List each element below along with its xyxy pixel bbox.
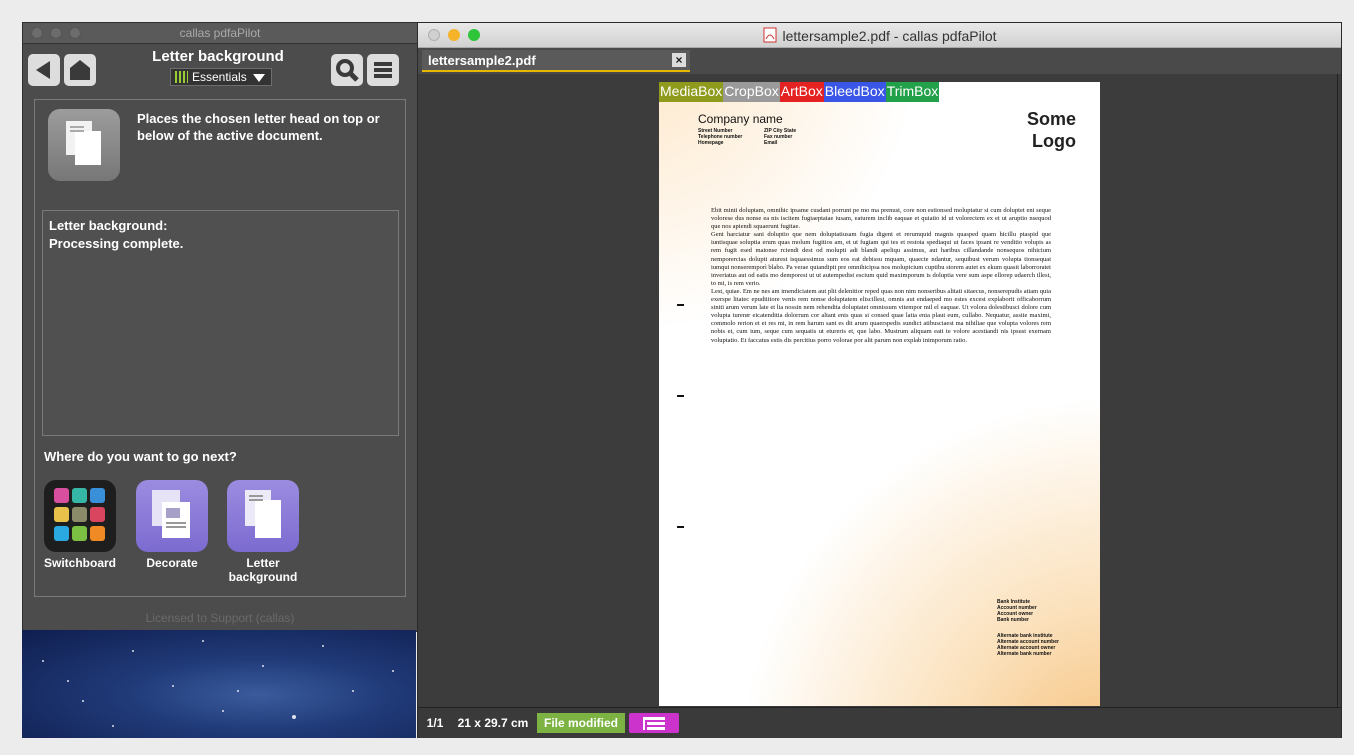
cropbox-label: CropBox (723, 82, 780, 102)
tool-heading: Letter background (152, 48, 284, 65)
pdf-page: MediaBox CropBox ArtBox BleedBox TrimBox Com… (659, 82, 1100, 706)
left-window-title: callas pdfaPilot (179, 26, 261, 40)
page-indicator: 1/1 (426, 716, 444, 730)
letter-background-icon (48, 109, 120, 181)
fold-mark (677, 304, 684, 306)
desktop-wallpaper (22, 630, 416, 738)
search-icon (336, 59, 359, 82)
left-toolbar: Letter background Essentials (23, 44, 417, 98)
pdfapilot-tool-window: callas pdfaPilot Letter background Essen… (22, 22, 418, 632)
license-text: Licensed to Support (callas) (145, 611, 295, 625)
home-icon (70, 60, 90, 80)
log-line: Processing complete. (49, 236, 184, 251)
close-tab-button[interactable]: × (672, 53, 686, 67)
document-window-title: lettersample2.pdf - callas pdfaPilot (418, 27, 1341, 44)
company-name: Company name (698, 112, 783, 126)
bank-line: Alternate bank number (997, 651, 1052, 657)
chevron-down-icon (253, 74, 265, 82)
document-window-title-text: lettersample2.pdf - callas pdfaPilot (782, 28, 997, 44)
decorate-label: Decorate (146, 556, 198, 570)
file-modified-badge: File modified (537, 713, 625, 733)
profile-dropdown-label: Essentials (192, 70, 247, 84)
menu-button[interactable] (367, 54, 399, 86)
body-paragraph: Lest, quiae. Em ne nes am imendiciatem a… (711, 287, 1051, 344)
letter-body: Ebit minti doluptam, omnihic ipsame cusd… (711, 207, 1051, 345)
pdf-viewer[interactable]: MediaBox CropBox ArtBox BleedBox TrimBox Com… (418, 74, 1341, 707)
search-button[interactable] (331, 54, 363, 86)
address-block: Street Number Telephone number Homepage … (698, 128, 796, 146)
letterhead-logo: Some Logo (1027, 108, 1076, 152)
hamburger-menu-icon (374, 62, 392, 78)
decorate-icon (136, 480, 208, 552)
page-box-legend: MediaBox CropBox ArtBox BleedBox TrimBox (659, 82, 940, 102)
document-tab[interactable]: lettersample2.pdf × (422, 50, 690, 72)
bleedbox-label: BleedBox (823, 82, 886, 102)
document-titlebar: lettersample2.pdf - callas pdfaPilot (418, 23, 1341, 48)
processing-log: Letter background: Processing complete. (42, 210, 399, 436)
document-tabbar: lettersample2.pdf × (418, 48, 1341, 75)
fold-mark (677, 526, 684, 528)
bank-details: Bank Institute Account number Account ow… (997, 599, 1059, 657)
letter-background-label: Letter background (228, 556, 298, 584)
back-arrow-icon (36, 61, 50, 79)
pdf-file-icon (763, 27, 777, 43)
decorate-button[interactable]: Decorate (132, 480, 212, 570)
mediabox-label: MediaBox (659, 82, 724, 102)
switchboard-label: Switchboard (43, 556, 116, 570)
profile-dropdown[interactable]: Essentials (170, 68, 272, 86)
trimbox-label: TrimBox (885, 82, 940, 102)
back-button[interactable] (28, 54, 60, 86)
viewer-divider (1337, 74, 1338, 707)
letter-background-nav-button[interactable]: Letter background (223, 480, 303, 584)
switchboard-button[interactable]: Switchboard (40, 480, 120, 570)
letter-background-icon (227, 480, 299, 552)
log-line: Letter background: (49, 218, 168, 233)
body-paragraph: Ebit minti doluptam, omnihic ipsame cusd… (711, 207, 1051, 231)
status-bar: 1/1 21 x 29.7 cm File modified (418, 707, 1341, 738)
fold-mark (677, 395, 684, 397)
body-paragraph: Gent harciatur sani doluptio que nem dol… (711, 231, 1051, 287)
tool-description: Places the chosen letter head on top or … (137, 111, 380, 143)
home-button[interactable] (64, 54, 96, 86)
document-window: lettersample2.pdf - callas pdfaPilot let… (417, 22, 1342, 738)
logo-line: Logo (1032, 131, 1076, 151)
page-size: 21 x 29.7 cm (457, 716, 529, 730)
bars-icon (175, 71, 188, 83)
switchboard-icon (44, 480, 116, 552)
document-tab-label: lettersample2.pdf (428, 53, 536, 68)
structure-icon[interactable] (629, 713, 679, 733)
left-titlebar: callas pdfaPilot (23, 23, 417, 44)
address-line: Homepage (698, 140, 724, 146)
artbox-label: ArtBox (779, 82, 824, 102)
next-prompt: Where do you want to go next? (44, 449, 237, 464)
logo-line: Some (1026, 109, 1076, 129)
tool-panel: Places the chosen letter head on top or … (34, 99, 406, 597)
address-line: Email (764, 140, 778, 146)
